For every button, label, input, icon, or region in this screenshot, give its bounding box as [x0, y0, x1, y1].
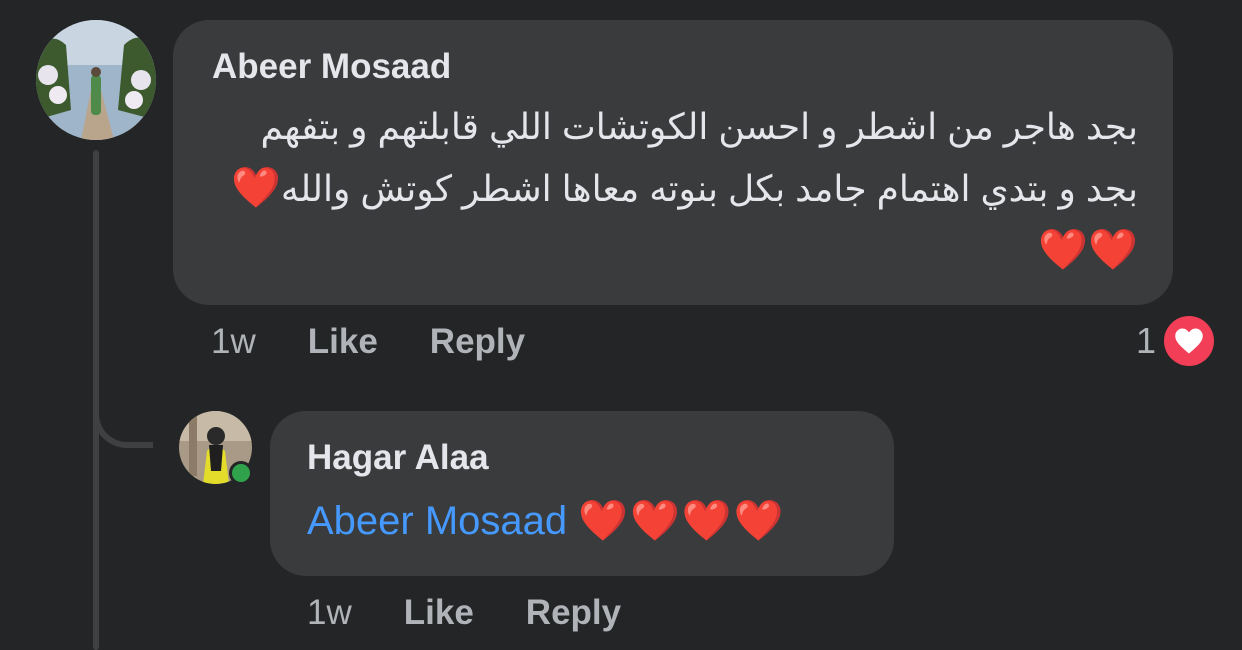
reply-button[interactable]: Reply	[526, 593, 621, 633]
like-button[interactable]: Like	[308, 322, 378, 362]
comment-timestamp[interactable]: 1w	[211, 322, 256, 362]
heart-emoji: ❤️❤️❤️❤️	[578, 499, 786, 543]
mention-link[interactable]: Abeer Mosaad	[307, 499, 567, 543]
comment-text: بجد هاجر من اشطر و احسن الكوتشات اللي قا…	[203, 96, 1138, 282]
like-button[interactable]: Like	[404, 593, 474, 633]
love-reaction-icon	[1164, 316, 1215, 366]
reply-author[interactable]: Hagar Alaa	[307, 438, 489, 478]
reaction-count: 1	[1136, 320, 1157, 361]
reaction-summary[interactable]: 1	[1136, 316, 1215, 366]
comment-author[interactable]: Abeer Mosaad	[212, 47, 451, 87]
reply-timestamp[interactable]: 1w	[307, 593, 352, 633]
reply-text: Abeer Mosaad ❤️❤️❤️❤️	[307, 499, 786, 544]
comment-bubble: Abeer Mosaad بجد هاجر من اشطر و احسن الك…	[173, 20, 1173, 305]
avatar[interactable]	[36, 20, 156, 140]
reply-button[interactable]: Reply	[430, 322, 525, 362]
comment-body: بجد هاجر من اشطر و احسن الكوتشات اللي قا…	[260, 106, 1138, 209]
reply-bubble: Hagar Alaa Abeer Mosaad ❤️❤️❤️❤️	[270, 411, 894, 576]
thread-connector	[93, 380, 153, 448]
online-status-indicator	[229, 461, 253, 485]
reply-actions: 1w Like Reply	[307, 593, 673, 633]
comment-actions: 1w Like Reply	[211, 322, 577, 362]
